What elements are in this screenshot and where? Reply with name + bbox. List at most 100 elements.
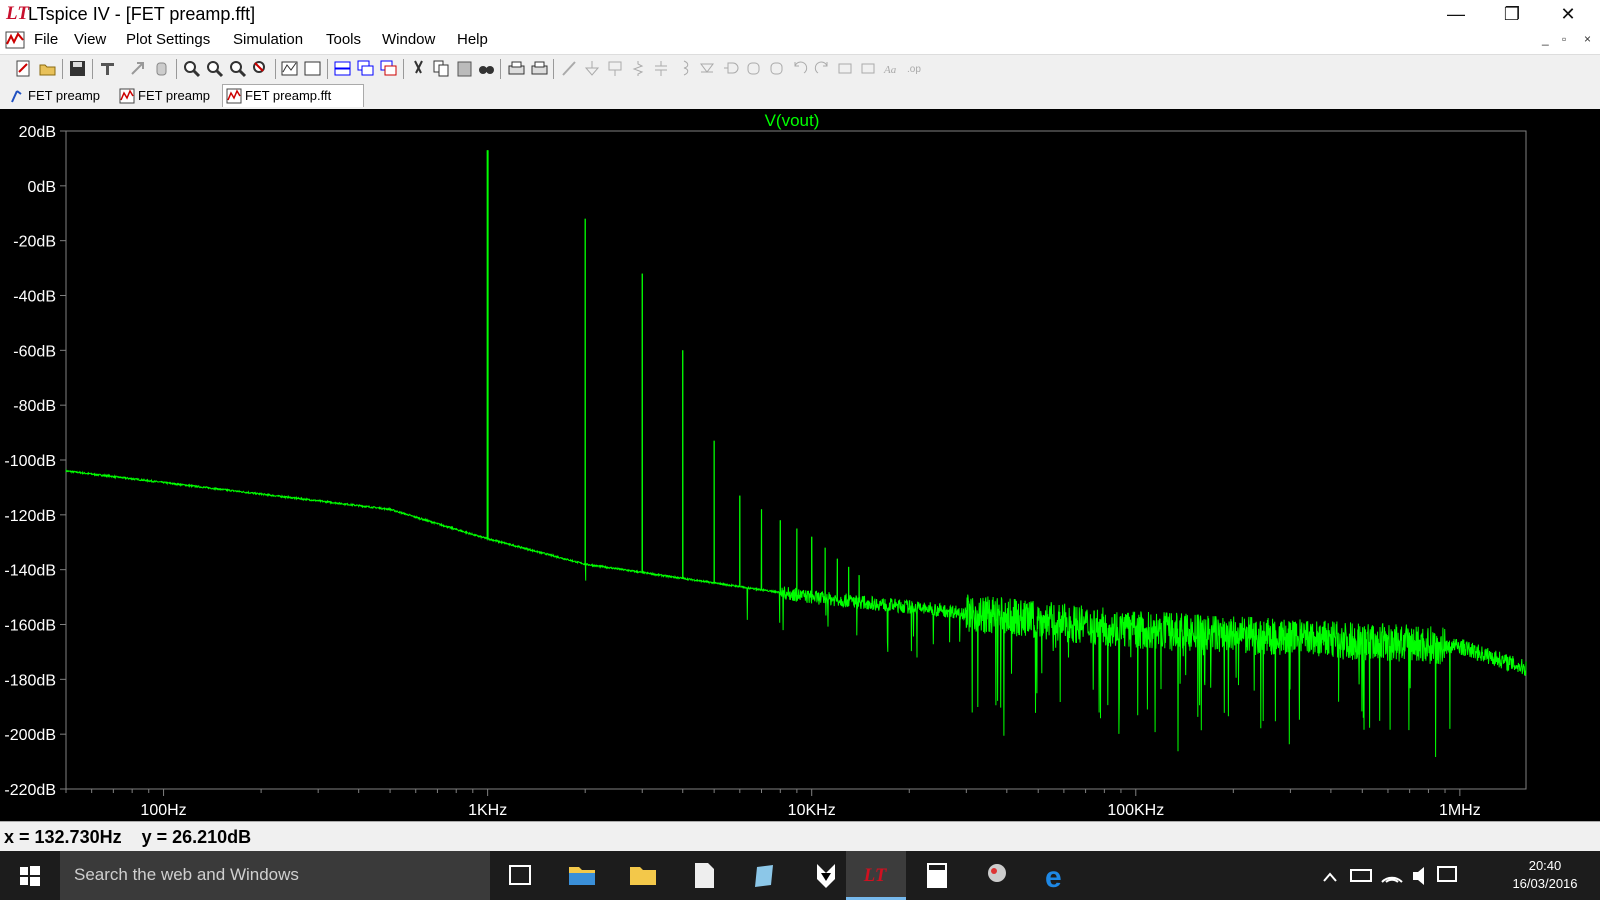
waveform-icon — [119, 88, 135, 104]
task-view-icon[interactable] — [490, 851, 550, 900]
document-tabs: FET preamp FET preamp FET preamp.fft — [0, 83, 1600, 110]
system-tray[interactable] — [1318, 851, 1488, 900]
run-icon[interactable] — [128, 59, 147, 78]
mirror-icon[interactable] — [859, 59, 878, 78]
y-tick-label: -200dB — [4, 727, 56, 744]
trace-vout — [65, 150, 1527, 758]
restore-button[interactable]: ❐ — [1484, 0, 1540, 30]
print-icon[interactable] — [530, 59, 549, 78]
capacitor-icon[interactable] — [652, 59, 671, 78]
spice-directive-icon[interactable]: .op — [905, 59, 924, 78]
svg-text:.op: .op — [907, 64, 921, 75]
save-icon[interactable] — [68, 59, 87, 78]
undo-icon[interactable] — [790, 59, 809, 78]
control-panel-icon[interactable] — [98, 59, 117, 78]
search-box[interactable]: Search the web and Windows — [60, 851, 490, 900]
cut-icon[interactable] — [409, 59, 428, 78]
mdi-close-button[interactable]: × — [1584, 32, 1591, 46]
open-icon[interactable] — [38, 59, 57, 78]
calculator-icon[interactable] — [907, 851, 967, 900]
menu-simulation[interactable]: Simulation — [233, 31, 303, 48]
move-hand-icon[interactable] — [744, 59, 763, 78]
y-tick-label: -120dB — [4, 508, 56, 525]
tab-fft[interactable]: FET preamp.fft — [222, 84, 364, 107]
file-explorer-icon[interactable] — [552, 851, 612, 900]
volume-icon — [1413, 867, 1424, 885]
x-tick-label: 100KHz — [1107, 802, 1164, 819]
folder-icon[interactable] — [613, 851, 673, 900]
y-tick-label: -20dB — [13, 234, 56, 251]
ltspice-logo-icon: LT — [6, 3, 29, 24]
cascade-icon[interactable] — [356, 59, 375, 78]
y-tick-label: -140dB — [4, 563, 56, 580]
label-net-icon[interactable] — [606, 59, 625, 78]
title-bar: LT LTspice IV - [FET preamp.fft] — ❐ ✕ — [0, 0, 1600, 30]
component-icon[interactable] — [721, 59, 740, 78]
app-icon[interactable] — [735, 851, 795, 900]
tile-horizontal-icon[interactable] — [333, 59, 352, 78]
menu-help[interactable]: Help — [457, 31, 488, 48]
plot-pane-icon[interactable] — [303, 59, 322, 78]
resistor-icon[interactable] — [629, 59, 648, 78]
menu-tools[interactable]: Tools — [326, 31, 361, 48]
cursor-readout: x = 132.730Hz y = 26.210dB — [4, 827, 252, 847]
schematic-icon — [11, 90, 22, 103]
fft-chart[interactable]: 20dB 0dB -20dB -40dB -60dB -80dB -100dB -120dB -… — [0, 109, 1600, 821]
redo-icon[interactable] — [813, 59, 832, 78]
clock-time: 20:40 — [1528, 858, 1562, 873]
svg-text:LT: LT — [863, 865, 888, 886]
trace-label: V(vout) — [765, 111, 820, 130]
inductor-icon[interactable] — [675, 59, 694, 78]
x-tick-label: 10KHz — [788, 802, 836, 819]
windows-start-icon[interactable] — [0, 851, 60, 900]
edge-icon[interactable]: e — [1028, 851, 1088, 900]
zoom-out-icon[interactable] — [228, 59, 247, 78]
mdi-minimize-button[interactable]: _ — [1542, 32, 1549, 46]
rotate-icon[interactable] — [836, 59, 855, 78]
zoom-cancel-icon[interactable] — [251, 59, 270, 78]
tab-label: FET preamp — [28, 88, 101, 103]
text-icon[interactable]: Aa — [882, 59, 901, 78]
find-icon[interactable] — [477, 59, 496, 78]
x-tick-label: 1MHz — [1439, 802, 1481, 819]
menu-view[interactable]: View — [74, 31, 106, 48]
copy-icon[interactable] — [432, 59, 451, 78]
x-tick-label: 100Hz — [140, 802, 186, 819]
battery-icon — [1350, 869, 1372, 882]
y-tick-label: -220dB — [4, 782, 56, 799]
zoom-in-icon[interactable] — [182, 59, 201, 78]
tab-waveform[interactable]: FET preamp — [116, 85, 235, 107]
tab-schematic[interactable]: FET preamp — [6, 85, 120, 107]
clock[interactable]: 20:40 16/03/2016 — [1500, 857, 1590, 893]
diode-icon[interactable] — [698, 59, 717, 78]
mdi-restore-button[interactable]: ▫ — [1562, 32, 1566, 46]
paste-icon[interactable] — [455, 59, 474, 78]
menu-window[interactable]: Window — [382, 31, 435, 48]
wire-icon[interactable] — [560, 59, 579, 78]
zoom-fit-icon[interactable] — [205, 59, 224, 78]
plot-pane[interactable]: 20dB 0dB -20dB -40dB -60dB -80dB -100dB -120dB -… — [0, 109, 1600, 821]
close-button[interactable]: ✕ — [1540, 0, 1596, 30]
print-setup-icon[interactable] — [507, 59, 526, 78]
y-tick-label: -100dB — [4, 453, 56, 470]
ltspice-icon[interactable]: LT — [846, 851, 906, 900]
waveform-menu-icon[interactable] — [5, 30, 25, 50]
document-icon[interactable] — [674, 851, 734, 900]
menu-file[interactable]: File — [34, 31, 58, 48]
y-tick-label: -180dB — [4, 672, 56, 689]
show-hidden-icons-icon — [1323, 872, 1337, 882]
y-tick-label: 20dB — [19, 124, 56, 141]
tab-label: FET preamp — [138, 88, 211, 103]
action-center-icon — [1437, 866, 1457, 882]
drag-hand-icon[interactable] — [767, 59, 786, 78]
menu-plot-settings[interactable]: Plot Settings — [126, 31, 210, 48]
media-icon[interactable] — [967, 851, 1027, 900]
ground-icon[interactable] — [583, 59, 602, 78]
minimize-button[interactable]: — — [1428, 0, 1484, 30]
new-schematic-icon[interactable] — [14, 59, 33, 78]
menu-bar: File View Plot Settings Simulation Tools… — [0, 30, 1600, 52]
pan-hand-icon[interactable] — [152, 59, 171, 78]
close-all-icon[interactable] — [379, 59, 398, 78]
toolbar: Aa .op — [0, 54, 1600, 84]
autorange-icon[interactable] — [280, 59, 299, 78]
